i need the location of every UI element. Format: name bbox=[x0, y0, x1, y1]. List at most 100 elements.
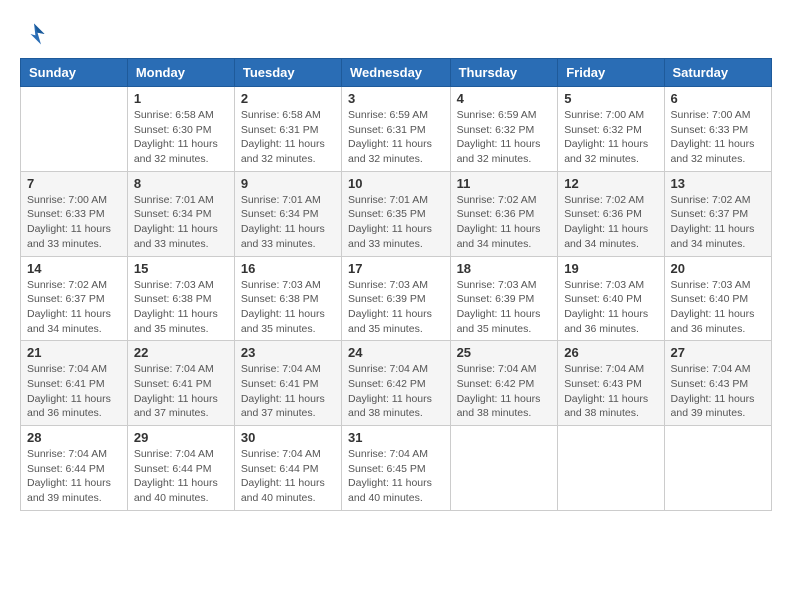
sunrise: Sunrise: 7:02 AM bbox=[564, 193, 657, 208]
day-info: Sunrise: 7:03 AM Sunset: 6:38 PM Dayligh… bbox=[241, 278, 335, 337]
sunrise: Sunrise: 7:03 AM bbox=[457, 278, 552, 293]
sunrise: Sunrise: 7:04 AM bbox=[564, 362, 657, 377]
calendar-cell: 20 Sunrise: 7:03 AM Sunset: 6:40 PM Dayl… bbox=[664, 256, 771, 341]
sunrise: Sunrise: 6:58 AM bbox=[134, 108, 228, 123]
sunrise: Sunrise: 7:01 AM bbox=[134, 193, 228, 208]
sunrise: Sunrise: 7:03 AM bbox=[564, 278, 657, 293]
daylight: Daylight: 11 hours and 36 minutes. bbox=[27, 392, 121, 421]
sunset: Sunset: 6:38 PM bbox=[134, 292, 228, 307]
daylight: Daylight: 11 hours and 39 minutes. bbox=[27, 476, 121, 505]
day-info: Sunrise: 7:04 AM Sunset: 6:42 PM Dayligh… bbox=[348, 362, 444, 421]
week-row-2: 7 Sunrise: 7:00 AM Sunset: 6:33 PM Dayli… bbox=[21, 171, 772, 256]
day-number: 8 bbox=[134, 176, 228, 191]
sunset: Sunset: 6:34 PM bbox=[134, 207, 228, 222]
calendar-cell: 9 Sunrise: 7:01 AM Sunset: 6:34 PM Dayli… bbox=[234, 171, 341, 256]
sunset: Sunset: 6:34 PM bbox=[241, 207, 335, 222]
daylight: Daylight: 11 hours and 40 minutes. bbox=[241, 476, 335, 505]
daylight: Daylight: 11 hours and 34 minutes. bbox=[27, 307, 121, 336]
sunrise: Sunrise: 7:04 AM bbox=[348, 362, 444, 377]
calendar-cell bbox=[450, 426, 558, 511]
day-number: 3 bbox=[348, 91, 444, 106]
sunset: Sunset: 6:32 PM bbox=[564, 123, 657, 138]
day-info: Sunrise: 7:04 AM Sunset: 6:42 PM Dayligh… bbox=[457, 362, 552, 421]
daylight: Daylight: 11 hours and 33 minutes. bbox=[134, 222, 228, 251]
daylight: Daylight: 11 hours and 35 minutes. bbox=[457, 307, 552, 336]
sunset: Sunset: 6:36 PM bbox=[457, 207, 552, 222]
daylight: Daylight: 11 hours and 35 minutes. bbox=[348, 307, 444, 336]
sunset: Sunset: 6:39 PM bbox=[348, 292, 444, 307]
day-info: Sunrise: 7:01 AM Sunset: 6:35 PM Dayligh… bbox=[348, 193, 444, 252]
sunset: Sunset: 6:44 PM bbox=[134, 462, 228, 477]
calendar-table: SundayMondayTuesdayWednesdayThursdayFrid… bbox=[20, 58, 772, 511]
calendar-cell: 29 Sunrise: 7:04 AM Sunset: 6:44 PM Dayl… bbox=[127, 426, 234, 511]
day-number: 17 bbox=[348, 261, 444, 276]
sunset: Sunset: 6:37 PM bbox=[27, 292, 121, 307]
day-info: Sunrise: 7:00 AM Sunset: 6:33 PM Dayligh… bbox=[671, 108, 765, 167]
sunrise: Sunrise: 6:58 AM bbox=[241, 108, 335, 123]
calendar-cell: 25 Sunrise: 7:04 AM Sunset: 6:42 PM Dayl… bbox=[450, 341, 558, 426]
day-info: Sunrise: 7:04 AM Sunset: 6:43 PM Dayligh… bbox=[671, 362, 765, 421]
calendar-cell: 18 Sunrise: 7:03 AM Sunset: 6:39 PM Dayl… bbox=[450, 256, 558, 341]
calendar-header: SundayMondayTuesdayWednesdayThursdayFrid… bbox=[21, 59, 772, 87]
day-number: 10 bbox=[348, 176, 444, 191]
day-header-thursday: Thursday bbox=[450, 59, 558, 87]
sunset: Sunset: 6:39 PM bbox=[457, 292, 552, 307]
calendar-cell: 11 Sunrise: 7:02 AM Sunset: 6:36 PM Dayl… bbox=[450, 171, 558, 256]
day-number: 26 bbox=[564, 345, 657, 360]
sunset: Sunset: 6:41 PM bbox=[241, 377, 335, 392]
sunset: Sunset: 6:41 PM bbox=[134, 377, 228, 392]
sunset: Sunset: 6:44 PM bbox=[27, 462, 121, 477]
day-info: Sunrise: 7:00 AM Sunset: 6:33 PM Dayligh… bbox=[27, 193, 121, 252]
day-number: 25 bbox=[457, 345, 552, 360]
calendar-cell: 5 Sunrise: 7:00 AM Sunset: 6:32 PM Dayli… bbox=[558, 87, 664, 172]
sunset: Sunset: 6:35 PM bbox=[348, 207, 444, 222]
day-info: Sunrise: 6:58 AM Sunset: 6:31 PM Dayligh… bbox=[241, 108, 335, 167]
page-header bbox=[20, 20, 772, 48]
day-info: Sunrise: 7:04 AM Sunset: 6:44 PM Dayligh… bbox=[134, 447, 228, 506]
week-row-1: 1 Sunrise: 6:58 AM Sunset: 6:30 PM Dayli… bbox=[21, 87, 772, 172]
logo bbox=[20, 20, 52, 48]
sunset: Sunset: 6:44 PM bbox=[241, 462, 335, 477]
sunrise: Sunrise: 7:04 AM bbox=[134, 447, 228, 462]
day-info: Sunrise: 7:04 AM Sunset: 6:41 PM Dayligh… bbox=[27, 362, 121, 421]
day-number: 19 bbox=[564, 261, 657, 276]
sunset: Sunset: 6:31 PM bbox=[348, 123, 444, 138]
day-number: 31 bbox=[348, 430, 444, 445]
daylight: Daylight: 11 hours and 40 minutes. bbox=[134, 476, 228, 505]
day-info: Sunrise: 6:58 AM Sunset: 6:30 PM Dayligh… bbox=[134, 108, 228, 167]
daylight: Daylight: 11 hours and 34 minutes. bbox=[564, 222, 657, 251]
sunset: Sunset: 6:45 PM bbox=[348, 462, 444, 477]
sunset: Sunset: 6:36 PM bbox=[564, 207, 657, 222]
sunrise: Sunrise: 7:04 AM bbox=[27, 447, 121, 462]
logo-icon bbox=[20, 20, 48, 48]
day-number: 11 bbox=[457, 176, 552, 191]
daylight: Daylight: 11 hours and 32 minutes. bbox=[564, 137, 657, 166]
calendar-cell: 13 Sunrise: 7:02 AM Sunset: 6:37 PM Dayl… bbox=[664, 171, 771, 256]
daylight: Daylight: 11 hours and 32 minutes. bbox=[457, 137, 552, 166]
calendar-cell bbox=[558, 426, 664, 511]
day-header-sunday: Sunday bbox=[21, 59, 128, 87]
day-number: 23 bbox=[241, 345, 335, 360]
calendar-cell bbox=[21, 87, 128, 172]
sunrise: Sunrise: 7:04 AM bbox=[457, 362, 552, 377]
day-number: 28 bbox=[27, 430, 121, 445]
daylight: Daylight: 11 hours and 38 minutes. bbox=[564, 392, 657, 421]
daylight: Daylight: 11 hours and 40 minutes. bbox=[348, 476, 444, 505]
calendar-cell: 17 Sunrise: 7:03 AM Sunset: 6:39 PM Dayl… bbox=[342, 256, 451, 341]
day-number: 22 bbox=[134, 345, 228, 360]
day-number: 2 bbox=[241, 91, 335, 106]
day-number: 1 bbox=[134, 91, 228, 106]
daylight: Daylight: 11 hours and 37 minutes. bbox=[241, 392, 335, 421]
sunset: Sunset: 6:43 PM bbox=[671, 377, 765, 392]
sunset: Sunset: 6:41 PM bbox=[27, 377, 121, 392]
sunrise: Sunrise: 7:01 AM bbox=[241, 193, 335, 208]
calendar-cell: 21 Sunrise: 7:04 AM Sunset: 6:41 PM Dayl… bbox=[21, 341, 128, 426]
sunrise: Sunrise: 7:00 AM bbox=[27, 193, 121, 208]
week-row-3: 14 Sunrise: 7:02 AM Sunset: 6:37 PM Dayl… bbox=[21, 256, 772, 341]
sunset: Sunset: 6:40 PM bbox=[564, 292, 657, 307]
sunset: Sunset: 6:40 PM bbox=[671, 292, 765, 307]
day-info: Sunrise: 7:01 AM Sunset: 6:34 PM Dayligh… bbox=[134, 193, 228, 252]
calendar-cell: 2 Sunrise: 6:58 AM Sunset: 6:31 PM Dayli… bbox=[234, 87, 341, 172]
daylight: Daylight: 11 hours and 35 minutes. bbox=[134, 307, 228, 336]
day-header-saturday: Saturday bbox=[664, 59, 771, 87]
